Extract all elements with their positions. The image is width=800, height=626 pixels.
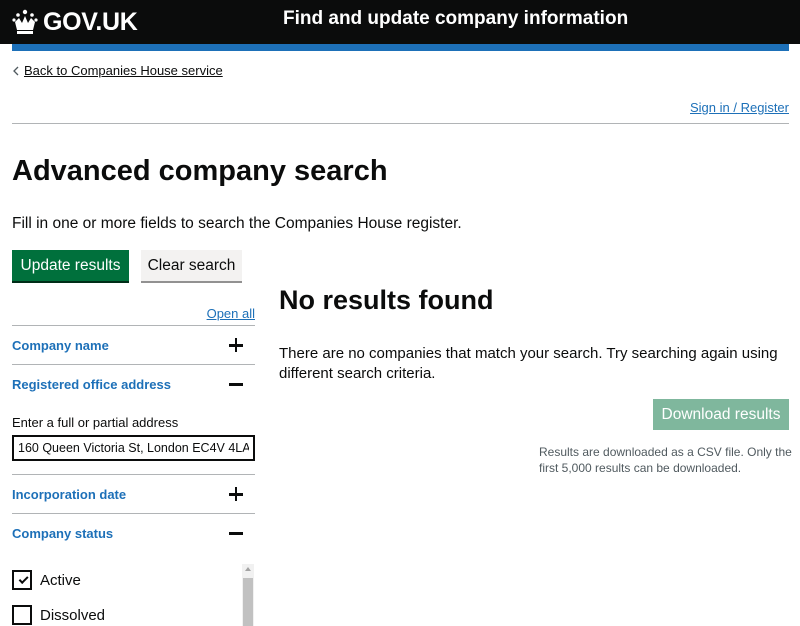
address-input[interactable] xyxy=(12,435,255,461)
checkmark-icon xyxy=(18,574,29,584)
results-heading: No results found xyxy=(279,285,494,315)
scrollbar-thumb[interactable] xyxy=(243,578,253,626)
accordion-company-status[interactable]: Company status xyxy=(12,519,255,547)
download-note: Results are downloaded as a CSV file. On… xyxy=(539,445,792,475)
govuk-logo-link[interactable]: GOV.UK xyxy=(11,7,138,37)
chevron-left-icon xyxy=(13,66,19,75)
accordion-divider xyxy=(12,513,255,514)
plus-icon xyxy=(229,338,243,352)
accordion-title: Company status xyxy=(12,525,114,541)
minus-icon xyxy=(229,526,243,540)
accordion-title: Company name xyxy=(12,337,109,353)
accordion-company-name[interactable]: Company name xyxy=(12,331,255,359)
results-message: There are no companies that match your s… xyxy=(279,345,778,382)
company-status-list: Active Dissolved xyxy=(12,564,255,626)
checkbox-label: Active xyxy=(40,571,81,589)
update-results-button[interactable]: Update results xyxy=(12,250,129,281)
status-checkbox-dissolved[interactable]: Dissolved xyxy=(12,605,105,625)
sign-in-link[interactable]: Sign in / Register xyxy=(690,100,789,115)
header-blue-bar xyxy=(12,44,789,51)
page-lede: Fill in one or more fields to search the… xyxy=(12,215,462,232)
accordion-title: Incorporation date xyxy=(12,486,127,502)
accordion-divider xyxy=(12,474,255,475)
accordion-incorporation-date[interactable]: Incorporation date xyxy=(12,480,255,508)
plus-icon xyxy=(229,487,243,501)
status-checkbox-active[interactable]: Active xyxy=(12,570,81,590)
minus-icon xyxy=(229,377,243,391)
accordion-title: Registered office address xyxy=(12,376,171,392)
clear-search-button[interactable]: Clear search xyxy=(141,250,242,281)
checkbox-label: Dissolved xyxy=(40,606,106,624)
divider xyxy=(12,123,789,124)
download-results-button[interactable]: Download results xyxy=(653,399,789,430)
checkbox[interactable] xyxy=(12,570,32,590)
service-name[interactable]: Find and update company information xyxy=(283,8,628,30)
crown-icon xyxy=(12,9,38,34)
back-link[interactable]: Back to Companies House service xyxy=(12,63,223,78)
back-link-label: Back to Companies House service xyxy=(24,63,223,78)
logo-text: GOV.UK xyxy=(43,7,138,36)
page-title: Advanced company search xyxy=(12,155,388,187)
accordion-divider xyxy=(12,325,255,326)
address-label: Enter a full or partial address xyxy=(12,415,179,430)
checkbox[interactable] xyxy=(12,605,32,625)
accordion-divider xyxy=(12,364,255,365)
accordion-registered-office-address[interactable]: Registered office address xyxy=(12,370,255,398)
status-scrollbar[interactable] xyxy=(242,564,254,626)
scroll-up-arrow-icon[interactable] xyxy=(245,567,251,571)
site-header: GOV.UK Find and update company informati… xyxy=(0,0,800,44)
open-all-link[interactable]: Open all xyxy=(207,306,255,321)
